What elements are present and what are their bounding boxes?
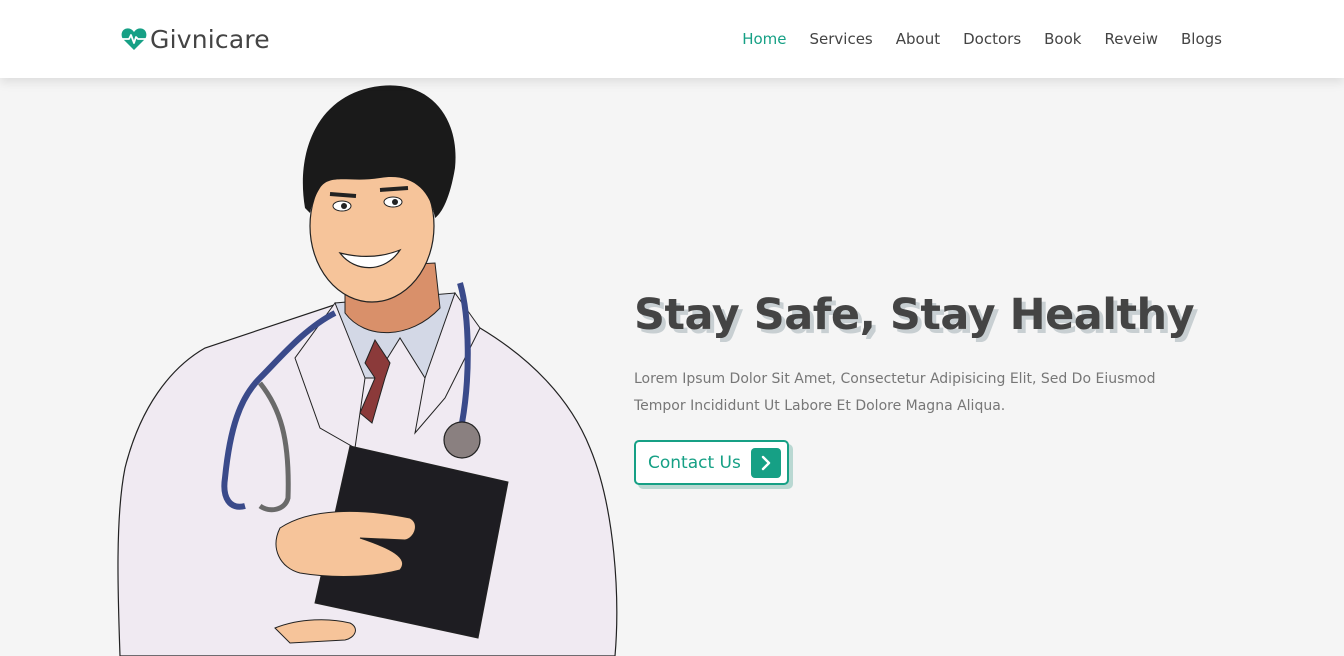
nav-link-doctors[interactable]: Doctors bbox=[963, 30, 1021, 48]
site-header: Givnicare Home Services About Doctors Bo… bbox=[0, 0, 1344, 78]
hero-title: Stay Safe, Stay Healthy bbox=[634, 290, 1195, 340]
contact-us-label: Contact Us bbox=[648, 452, 741, 473]
hero-description: Lorem Ipsum Dolor Sit Amet, Consectetur … bbox=[634, 371, 1156, 414]
logo-text: Givnicare bbox=[150, 24, 270, 54]
contact-us-button[interactable]: Contact Us bbox=[634, 440, 789, 485]
nav-item-book: Book bbox=[1044, 29, 1081, 48]
chevron-right-icon bbox=[750, 447, 781, 478]
nav-link-review[interactable]: Reveiw bbox=[1104, 30, 1158, 48]
nav-link-book[interactable]: Book bbox=[1044, 30, 1081, 48]
hero-section: Stay Safe, Stay Healthy Lorem Ipsum Dolo… bbox=[634, 290, 1234, 485]
nav-link-services[interactable]: Services bbox=[810, 30, 873, 48]
nav-link-about[interactable]: About bbox=[896, 30, 940, 48]
nav-link-home[interactable]: Home bbox=[742, 30, 786, 48]
nav-item-review: Reveiw bbox=[1104, 29, 1158, 48]
nav-item-blogs: Blogs bbox=[1181, 29, 1222, 48]
nav-item-about: About bbox=[896, 29, 940, 48]
main-nav: Home Services About Doctors Book Reveiw … bbox=[742, 29, 1222, 48]
nav-link-blogs[interactable]: Blogs bbox=[1181, 30, 1222, 48]
doctor-illustration bbox=[110, 78, 650, 656]
nav-item-doctors: Doctors bbox=[963, 29, 1021, 48]
nav-item-services: Services bbox=[810, 29, 873, 48]
heartbeat-icon bbox=[121, 27, 147, 51]
logo-link[interactable]: Givnicare bbox=[121, 22, 270, 56]
nav-item-home: Home bbox=[742, 29, 786, 48]
